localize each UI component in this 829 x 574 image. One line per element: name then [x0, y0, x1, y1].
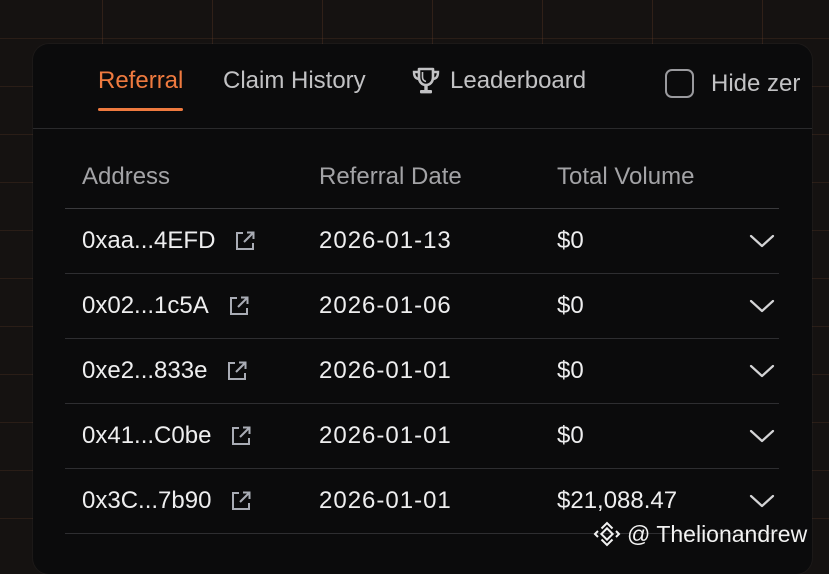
column-header-address: Address	[82, 163, 171, 190]
external-link-icon[interactable]	[228, 295, 250, 317]
address-text: 0x3C...7b90	[82, 487, 212, 514]
address-cell: 0xaa...4EFD	[82, 226, 256, 256]
external-link-icon[interactable]	[226, 360, 248, 382]
tab-bar: Referral Claim History Leaderboard Hide …	[33, 44, 812, 129]
total-volume-cell: $21,088.47	[557, 487, 678, 514]
external-link-icon[interactable]	[234, 230, 256, 252]
table-row[interactable]: 0x41...C0be 2026-01-01 $0	[65, 404, 779, 469]
address-text: 0x41...C0be	[82, 422, 212, 449]
referral-date-cell: 2026-01-06	[319, 292, 452, 319]
external-link-icon[interactable]	[230, 425, 252, 447]
tab-claim-history[interactable]: Claim History	[223, 66, 366, 96]
external-link-icon[interactable]	[230, 490, 252, 512]
tab-referral[interactable]: Referral	[98, 66, 184, 111]
hide-zero-toggle[interactable]: Hide zer	[665, 69, 800, 98]
hide-zero-label: Hide zer	[711, 69, 801, 97]
address-cell: 0x3C...7b90	[82, 486, 252, 516]
address-text: 0xe2...833e	[82, 357, 208, 384]
watermark-text: @ Thelionandrew	[627, 520, 808, 547]
column-header-referral-date: Referral Date	[319, 163, 462, 190]
table-body: 0xaa...4EFD 2026-01-13 $0 0x02...1c5A 20…	[65, 209, 779, 534]
address-cell: 0xe2...833e	[82, 356, 248, 386]
table-row[interactable]: 0x02...1c5A 2026-01-06 $0	[65, 274, 779, 339]
referral-date-cell: 2026-01-13	[319, 227, 452, 254]
referral-panel: Referral Claim History Leaderboard Hide …	[33, 44, 812, 574]
referral-date-cell: 2026-01-01	[319, 422, 452, 449]
table-row[interactable]: 0xaa...4EFD 2026-01-13 $0	[65, 209, 779, 274]
chevron-down-icon[interactable]	[749, 231, 775, 251]
watermark: @ Thelionandrew	[593, 520, 807, 548]
binance-logo-icon	[593, 520, 621, 548]
table-row[interactable]: 0xe2...833e 2026-01-01 $0	[65, 339, 779, 404]
table-header: Address Referral Date Total Volume	[65, 144, 779, 209]
trophy-icon	[410, 66, 442, 96]
address-cell: 0x41...C0be	[82, 421, 252, 451]
tab-leaderboard[interactable]: Leaderboard	[410, 66, 586, 96]
chevron-down-icon[interactable]	[749, 361, 775, 381]
referral-date-cell: 2026-01-01	[319, 357, 452, 384]
address-cell: 0x02...1c5A	[82, 291, 250, 321]
total-volume-cell: $0	[557, 292, 584, 319]
column-header-total-volume: Total Volume	[557, 163, 695, 190]
total-volume-cell: $0	[557, 227, 584, 254]
address-text: 0x02...1c5A	[82, 292, 209, 319]
address-text: 0xaa...4EFD	[82, 227, 216, 254]
chevron-down-icon[interactable]	[749, 491, 775, 511]
chevron-down-icon[interactable]	[749, 426, 775, 446]
referral-date-cell: 2026-01-01	[319, 487, 452, 514]
chevron-down-icon[interactable]	[749, 296, 775, 316]
total-volume-cell: $0	[557, 357, 584, 384]
hide-zero-checkbox[interactable]	[665, 69, 694, 98]
total-volume-cell: $0	[557, 422, 584, 449]
tab-leaderboard-label: Leaderboard	[450, 67, 587, 94]
